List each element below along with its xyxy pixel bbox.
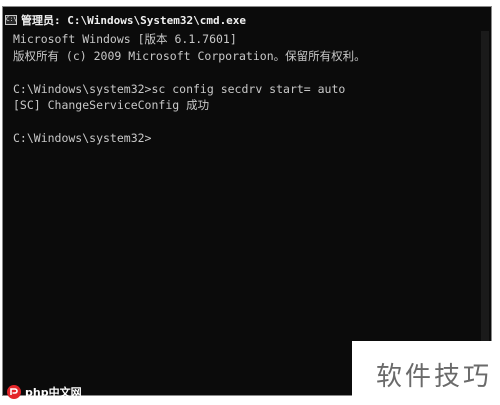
console-line: Microsoft Windows [版本 6.1.7601] [13, 32, 237, 46]
vertical-scrollbar[interactable] [481, 31, 489, 391]
cmd-window: C:\ 管理员: C:\Windows\System32\cmd.exe Mic… [2, 6, 492, 396]
console-prompt: C:\Windows\system32> [13, 131, 152, 145]
console-line: 版权所有 (c) 2009 Microsoft Corporation。保留所有… [13, 48, 366, 63]
cmd-icon: C:\ [5, 15, 17, 25]
console-output[interactable]: Microsoft Windows [版本 6.1.7601] 版权所有 (c)… [13, 31, 473, 147]
php-logo-icon [7, 385, 21, 399]
console-line: [SC] ChangeServiceConfig 成功 [13, 98, 210, 112]
site-logo: php中文网 [6, 383, 82, 401]
console-line: C:\Windows\system32>sc config secdrv sta… [13, 81, 346, 96]
window-title: 管理员: C:\Windows\System32\cmd.exe [21, 14, 247, 27]
watermark-text: 软件技巧 [375, 362, 492, 392]
title-bar[interactable]: C:\ 管理员: C:\Windows\System32\cmd.exe [5, 9, 305, 31]
watermark-area: 软件技巧 [352, 341, 500, 405]
logo-text: php中文网 [25, 386, 82, 399]
